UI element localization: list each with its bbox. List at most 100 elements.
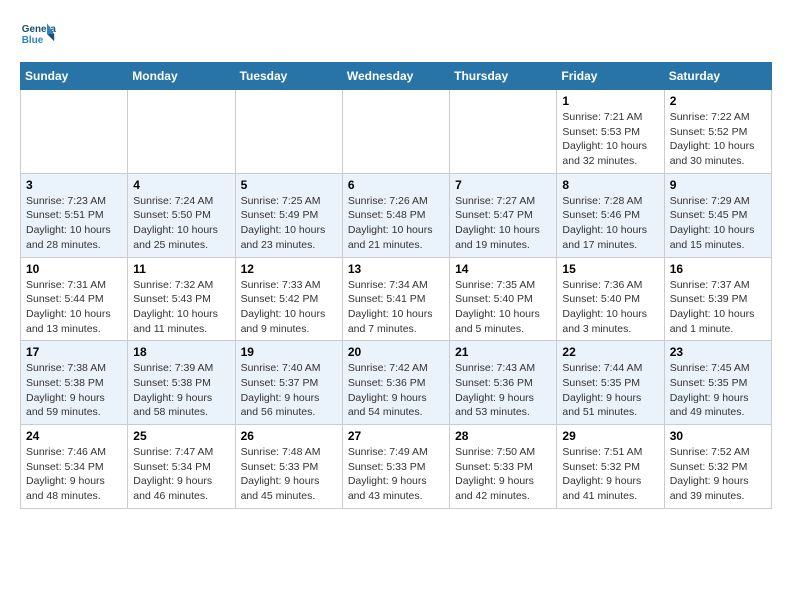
calendar-week-row: 3 Sunrise: 7:23 AMSunset: 5:51 PMDaylight… bbox=[21, 173, 772, 257]
calendar-cell: 6 Sunrise: 7:26 AMSunset: 5:48 PMDaylight… bbox=[342, 173, 449, 257]
calendar-cell: 17 Sunrise: 7:38 AMSunset: 5:38 PMDayligh… bbox=[21, 341, 128, 425]
calendar-cell: 15 Sunrise: 7:36 AMSunset: 5:40 PMDayligh… bbox=[557, 257, 664, 341]
day-number: 10 bbox=[26, 262, 122, 276]
calendar-week-row: 17 Sunrise: 7:38 AMSunset: 5:38 PMDayligh… bbox=[21, 341, 772, 425]
day-number: 17 bbox=[26, 345, 122, 359]
weekday-header-cell: Thursday bbox=[450, 63, 557, 90]
day-info: Sunrise: 7:29 AMSunset: 5:45 PMDaylight:… bbox=[670, 194, 766, 253]
day-info: Sunrise: 7:45 AMSunset: 5:35 PMDaylight:… bbox=[670, 361, 766, 420]
day-info: Sunrise: 7:28 AMSunset: 5:46 PMDaylight:… bbox=[562, 194, 658, 253]
svg-text:Blue: Blue bbox=[22, 35, 44, 46]
calendar-cell bbox=[342, 90, 449, 174]
day-number: 15 bbox=[562, 262, 658, 276]
calendar-cell: 1 Sunrise: 7:21 AMSunset: 5:53 PMDaylight… bbox=[557, 90, 664, 174]
calendar-cell: 9 Sunrise: 7:29 AMSunset: 5:45 PMDaylight… bbox=[664, 173, 771, 257]
day-number: 2 bbox=[670, 94, 766, 108]
calendar-cell: 29Sunrise: 7:51 AMSunset: 5:32 PMDayligh… bbox=[557, 425, 664, 509]
weekday-header-cell: Friday bbox=[557, 63, 664, 90]
calendar-cell: 21Sunrise: 7:43 AMSunset: 5:36 PMDayligh… bbox=[450, 341, 557, 425]
day-info: Sunrise: 7:42 AMSunset: 5:36 PMDaylight:… bbox=[348, 361, 444, 420]
day-number: 19 bbox=[241, 345, 337, 359]
calendar-cell: 19 Sunrise: 7:40 AMSunset: 5:37 PMDayligh… bbox=[235, 341, 342, 425]
calendar-cell: 3 Sunrise: 7:23 AMSunset: 5:51 PMDaylight… bbox=[21, 173, 128, 257]
day-info: Sunrise: 7:43 AMSunset: 5:36 PMDaylight:… bbox=[455, 361, 551, 420]
calendar-cell: 23 Sunrise: 7:45 AMSunset: 5:35 PMDayligh… bbox=[664, 341, 771, 425]
day-number: 27 bbox=[348, 429, 444, 443]
day-info: Sunrise: 7:23 AMSunset: 5:51 PMDaylight:… bbox=[26, 194, 122, 253]
calendar-body: 1 Sunrise: 7:21 AMSunset: 5:53 PMDaylight… bbox=[21, 90, 772, 509]
day-info: Sunrise: 7:24 AMSunset: 5:50 PMDaylight:… bbox=[133, 194, 229, 253]
calendar-cell: 4 Sunrise: 7:24 AMSunset: 5:50 PMDaylight… bbox=[128, 173, 235, 257]
weekday-header-cell: Saturday bbox=[664, 63, 771, 90]
day-number: 11 bbox=[133, 262, 229, 276]
day-info: Sunrise: 7:32 AMSunset: 5:43 PMDaylight:… bbox=[133, 278, 229, 337]
calendar-cell: 14 Sunrise: 7:35 AMSunset: 5:40 PMDayligh… bbox=[450, 257, 557, 341]
day-number: 30 bbox=[670, 429, 766, 443]
day-info: Sunrise: 7:34 AMSunset: 5:41 PMDaylight:… bbox=[348, 278, 444, 337]
day-number: 6 bbox=[348, 178, 444, 192]
day-info: Sunrise: 7:38 AMSunset: 5:38 PMDaylight:… bbox=[26, 361, 122, 420]
day-info: Sunrise: 7:50 AMSunset: 5:33 PMDaylight:… bbox=[455, 445, 551, 504]
day-info: Sunrise: 7:33 AMSunset: 5:42 PMDaylight:… bbox=[241, 278, 337, 337]
calendar-cell bbox=[235, 90, 342, 174]
day-info: Sunrise: 7:26 AMSunset: 5:48 PMDaylight:… bbox=[348, 194, 444, 253]
day-info: Sunrise: 7:40 AMSunset: 5:37 PMDaylight:… bbox=[241, 361, 337, 420]
day-info: Sunrise: 7:27 AMSunset: 5:47 PMDaylight:… bbox=[455, 194, 551, 253]
day-number: 18 bbox=[133, 345, 229, 359]
day-number: 28 bbox=[455, 429, 551, 443]
logo-icon: General Blue bbox=[20, 16, 56, 52]
weekday-header-cell: Tuesday bbox=[235, 63, 342, 90]
day-number: 7 bbox=[455, 178, 551, 192]
day-number: 4 bbox=[133, 178, 229, 192]
calendar-cell: 28 Sunrise: 7:50 AMSunset: 5:33 PMDayligh… bbox=[450, 425, 557, 509]
calendar-cell: 25 Sunrise: 7:47 AMSunset: 5:34 PMDayligh… bbox=[128, 425, 235, 509]
day-number: 13 bbox=[348, 262, 444, 276]
day-info: Sunrise: 7:21 AMSunset: 5:53 PMDaylight:… bbox=[562, 110, 658, 169]
day-number: 16 bbox=[670, 262, 766, 276]
weekday-header-cell: Sunday bbox=[21, 63, 128, 90]
day-number: 26 bbox=[241, 429, 337, 443]
calendar-cell: 22Sunrise: 7:44 AMSunset: 5:35 PMDayligh… bbox=[557, 341, 664, 425]
day-info: Sunrise: 7:47 AMSunset: 5:34 PMDaylight:… bbox=[133, 445, 229, 504]
calendar-cell bbox=[128, 90, 235, 174]
calendar-cell bbox=[450, 90, 557, 174]
day-info: Sunrise: 7:52 AMSunset: 5:32 PMDaylight:… bbox=[670, 445, 766, 504]
day-number: 20 bbox=[348, 345, 444, 359]
calendar-cell: 13 Sunrise: 7:34 AMSunset: 5:41 PMDayligh… bbox=[342, 257, 449, 341]
day-info: Sunrise: 7:22 AMSunset: 5:52 PMDaylight:… bbox=[670, 110, 766, 169]
calendar-week-row: 10 Sunrise: 7:31 AMSunset: 5:44 PMDayligh… bbox=[21, 257, 772, 341]
day-info: Sunrise: 7:37 AMSunset: 5:39 PMDaylight:… bbox=[670, 278, 766, 337]
day-number: 9 bbox=[670, 178, 766, 192]
day-number: 8 bbox=[562, 178, 658, 192]
weekday-header-cell: Monday bbox=[128, 63, 235, 90]
calendar-table: SundayMondayTuesdayWednesdayThursdayFrid… bbox=[20, 62, 772, 509]
calendar-cell: 30 Sunrise: 7:52 AMSunset: 5:32 PMDayligh… bbox=[664, 425, 771, 509]
day-info: Sunrise: 7:36 AMSunset: 5:40 PMDaylight:… bbox=[562, 278, 658, 337]
calendar-cell: 27 Sunrise: 7:49 AMSunset: 5:33 PMDayligh… bbox=[342, 425, 449, 509]
day-number: 1 bbox=[562, 94, 658, 108]
calendar-cell: 24Sunrise: 7:46 AMSunset: 5:34 PMDayligh… bbox=[21, 425, 128, 509]
calendar-cell: 12 Sunrise: 7:33 AMSunset: 5:42 PMDayligh… bbox=[235, 257, 342, 341]
calendar-cell: 2 Sunrise: 7:22 AMSunset: 5:52 PMDaylight… bbox=[664, 90, 771, 174]
calendar-cell: 16 Sunrise: 7:37 AMSunset: 5:39 PMDayligh… bbox=[664, 257, 771, 341]
weekday-header-row: SundayMondayTuesdayWednesdayThursdayFrid… bbox=[21, 63, 772, 90]
day-info: Sunrise: 7:25 AMSunset: 5:49 PMDaylight:… bbox=[241, 194, 337, 253]
day-info: Sunrise: 7:51 AMSunset: 5:32 PMDaylight:… bbox=[562, 445, 658, 504]
day-info: Sunrise: 7:31 AMSunset: 5:44 PMDaylight:… bbox=[26, 278, 122, 337]
calendar-week-row: 24Sunrise: 7:46 AMSunset: 5:34 PMDayligh… bbox=[21, 425, 772, 509]
day-number: 22 bbox=[562, 345, 658, 359]
day-info: Sunrise: 7:49 AMSunset: 5:33 PMDaylight:… bbox=[348, 445, 444, 504]
calendar-cell: 18Sunrise: 7:39 AMSunset: 5:38 PMDayligh… bbox=[128, 341, 235, 425]
calendar-cell bbox=[21, 90, 128, 174]
weekday-header-cell: Wednesday bbox=[342, 63, 449, 90]
day-number: 12 bbox=[241, 262, 337, 276]
day-info: Sunrise: 7:35 AMSunset: 5:40 PMDaylight:… bbox=[455, 278, 551, 337]
calendar-cell: 7 Sunrise: 7:27 AMSunset: 5:47 PMDaylight… bbox=[450, 173, 557, 257]
logo: General Blue bbox=[20, 16, 56, 52]
calendar-cell: 11 Sunrise: 7:32 AMSunset: 5:43 PMDayligh… bbox=[128, 257, 235, 341]
day-number: 3 bbox=[26, 178, 122, 192]
day-number: 23 bbox=[670, 345, 766, 359]
day-number: 25 bbox=[133, 429, 229, 443]
day-info: Sunrise: 7:48 AMSunset: 5:33 PMDaylight:… bbox=[241, 445, 337, 504]
day-number: 14 bbox=[455, 262, 551, 276]
